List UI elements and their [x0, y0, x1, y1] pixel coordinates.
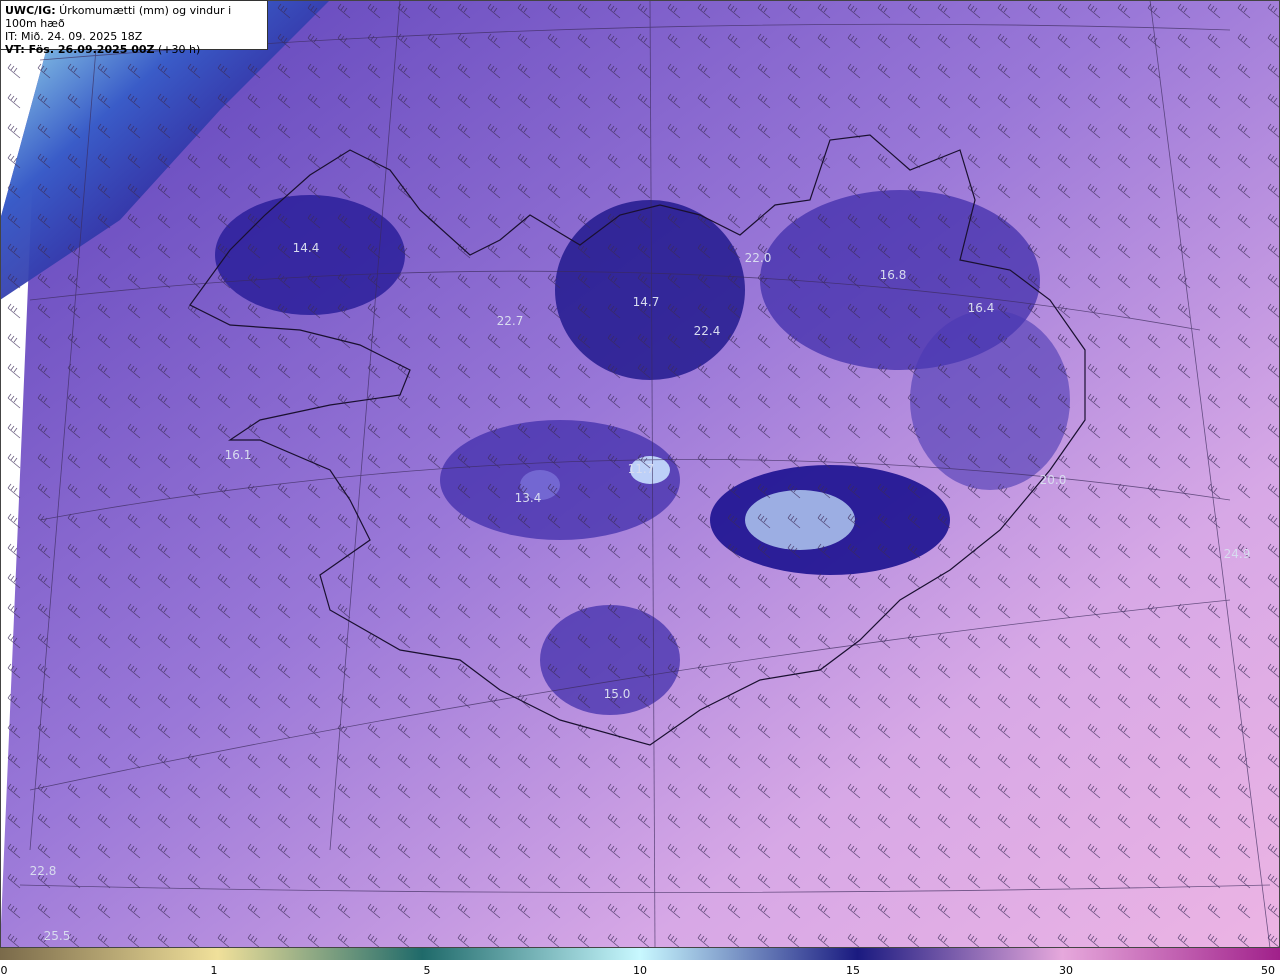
model-label: UWC/IG: [5, 4, 56, 17]
value-label: 13.4 [514, 491, 542, 505]
value-label: 14.7 [632, 295, 660, 309]
colorbar-gradient [0, 948, 1280, 960]
valid-time-line: VT: Fös. 26.09.2025 00Z (+30 h) [5, 43, 263, 56]
colorbar-tick: 15 [846, 964, 860, 977]
colorbar-tick: 30 [1059, 964, 1073, 977]
value-label: 22.8 [29, 864, 57, 878]
value-label: 15.0 [603, 687, 631, 701]
colorbar-tick: 5 [423, 964, 431, 977]
value-label: 25.5 [43, 929, 71, 943]
value-label: 22.4 [693, 324, 721, 338]
initial-time: IT: Mið. 24. 09. 2025 18Z [5, 30, 143, 43]
valid-time: VT: Fös. 26.09.2025 00Z [5, 43, 155, 56]
value-label: 16.1 [224, 448, 252, 462]
colorbar: 0 1 5 10 15 30 50 [0, 948, 1280, 978]
info-box: UWC/IG: Úrkomumætti (mm) og vindur i 100… [0, 0, 268, 56]
value-label: 22.7 [496, 314, 524, 328]
value-label: 11.7 [627, 462, 655, 476]
value-label: 20.0 [1039, 473, 1067, 487]
colorbar-tick: 50 [1261, 964, 1275, 977]
value-label: 16.4 [967, 301, 995, 315]
colorbar-tick: 0 [0, 964, 8, 977]
colorbar-tick: 10 [633, 964, 647, 977]
value-label: 22.0 [744, 251, 772, 265]
value-label: 16.8 [879, 268, 907, 282]
title-line: UWC/IG: Úrkomumætti (mm) og vindur i 100… [5, 4, 263, 30]
value-label: 14.4 [292, 241, 320, 255]
colorbar-tick: 1 [210, 964, 218, 977]
forecast-offset: (+30 h) [154, 43, 201, 56]
value-label: 24.9 [1223, 547, 1251, 561]
